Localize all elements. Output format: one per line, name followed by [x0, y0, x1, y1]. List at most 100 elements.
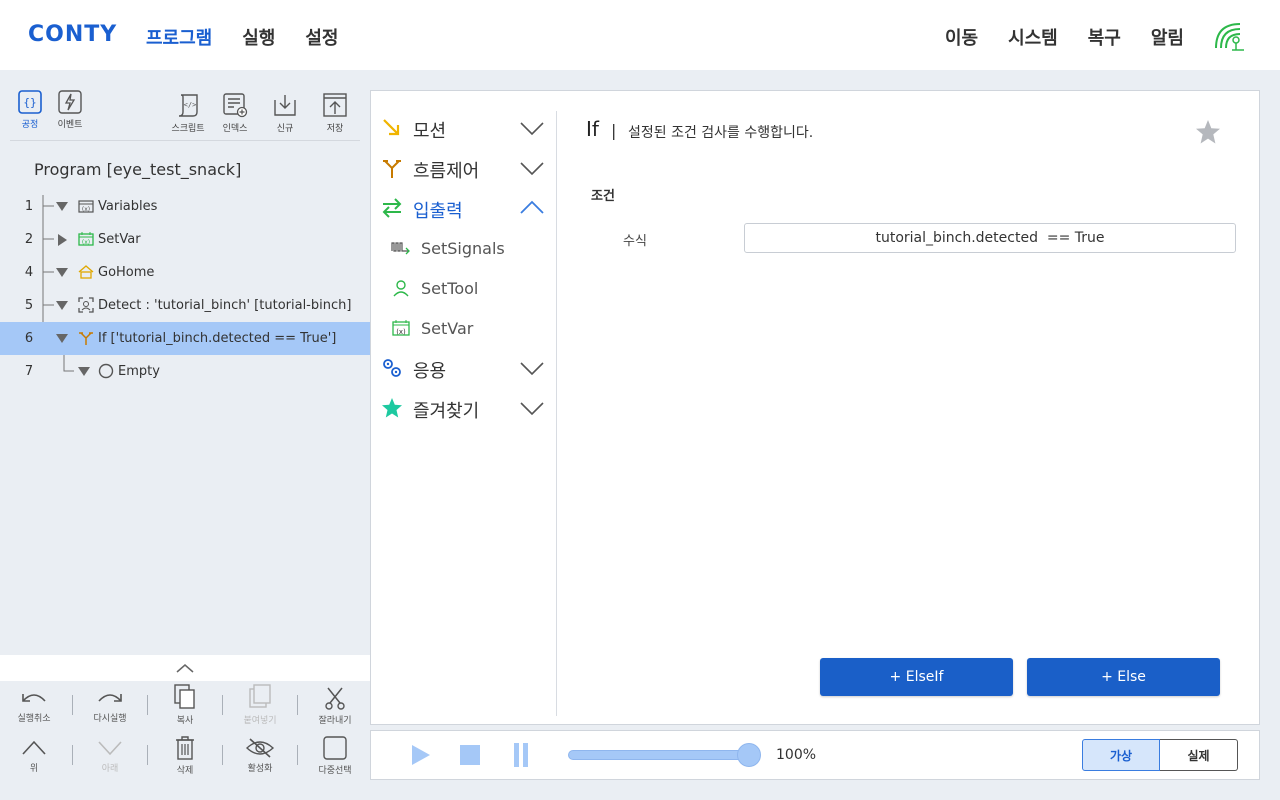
multi-select-button[interactable]: 다중선택 — [305, 735, 365, 776]
command-label: SetSignals — [421, 239, 505, 258]
signal-wave-icon — [391, 242, 410, 255]
gears-icon — [383, 359, 401, 377]
save-button[interactable]: 저장 — [313, 92, 357, 134]
command-tab[interactable]: {} 공정 — [16, 90, 44, 130]
pause-icon[interactable] — [513, 743, 529, 767]
speed-slider[interactable] — [568, 750, 748, 760]
command-categories: 모션 흐름제어 입출력 SetSignals SetTool (x) SetVa… — [371, 109, 556, 429]
connection-signal-icon[interactable] — [1212, 18, 1248, 54]
nav-settings[interactable]: 설정 — [305, 24, 338, 50]
chevron-down-icon — [520, 402, 544, 416]
add-elseif-button[interactable]: + ElseIf — [820, 658, 1013, 696]
index-list-icon — [223, 93, 248, 118]
lightning-icon — [58, 90, 82, 114]
undo-button[interactable]: 실행취소 — [4, 687, 64, 724]
divider — [222, 745, 223, 765]
event-tab[interactable]: 이벤트 — [54, 90, 86, 130]
redo-button[interactable]: 다시실행 — [80, 687, 140, 724]
playback-bar: 100% 가상 실제 — [370, 730, 1260, 780]
expand-right-icon[interactable] — [58, 234, 68, 246]
category-favorites[interactable]: 즐겨찾기 — [371, 389, 556, 429]
script-button-label: 스크립트 — [171, 124, 205, 134]
move-up-button[interactable]: 위 — [4, 737, 64, 774]
expand-down-icon[interactable] — [78, 367, 90, 377]
tree-row-setvar[interactable]: 2 (x) SetVar — [0, 223, 370, 256]
program-tree: 1 (x) Variables 2 (x) SetVar 4 GoHome 5 … — [0, 190, 370, 388]
move-down-label: 아래 — [101, 764, 119, 774]
svg-text:{}: {} — [23, 96, 36, 109]
line-number: 4 — [24, 265, 34, 280]
paste-button[interactable]: 붙여넣기 — [230, 683, 290, 726]
expand-down-icon[interactable] — [56, 202, 68, 212]
category-label: 흐름제어 — [413, 161, 480, 182]
new-file-icon — [274, 95, 296, 116]
add-else-button[interactable]: + Else — [1027, 658, 1220, 696]
mode-real-button[interactable]: 실제 — [1160, 739, 1238, 771]
tree-row-label: Variables — [98, 199, 158, 214]
category-application[interactable]: 응용 — [371, 349, 556, 389]
edit-toolbar: 실행취소 다시실행 복사 붙여넣기 잘라내기 위 아래 삭제 활성화 다중선택 — [0, 655, 370, 800]
system-nav: 이동 시스템 복구 알림 — [945, 24, 1184, 50]
trash-icon — [176, 736, 194, 760]
nav-alarm[interactable]: 알림 — [1151, 24, 1184, 50]
panel-divider — [556, 111, 557, 716]
swap-arrows-icon — [382, 198, 402, 218]
favorite-star-icon[interactable] — [1195, 119, 1221, 145]
stop-icon[interactable] — [460, 745, 480, 765]
expression-label: 수식 — [623, 234, 647, 249]
move-down-button[interactable]: 아래 — [80, 737, 140, 774]
undo-label: 실행취소 — [17, 714, 51, 724]
command-setvar[interactable]: (x) SetVar — [371, 309, 556, 349]
tree-row-variables[interactable]: 1 (x) Variables — [0, 190, 370, 223]
expression-input[interactable] — [744, 223, 1236, 253]
tree-row-if[interactable]: 6 If ['tutorial_binch.detected == True'] — [0, 322, 370, 355]
expand-down-icon[interactable] — [56, 301, 68, 311]
main-nav: 프로그램 실행 설정 — [146, 24, 339, 50]
tree-row-empty[interactable]: 7 Empty — [0, 355, 370, 388]
divider — [222, 695, 223, 715]
event-tab-label: 이벤트 — [57, 120, 83, 130]
speed-slider-handle[interactable] — [737, 743, 761, 767]
setvar-icon: (x) — [392, 320, 410, 336]
nav-run[interactable]: 실행 — [242, 24, 275, 50]
command-title: If — [586, 117, 599, 141]
category-flow-control[interactable]: 흐름제어 — [371, 149, 556, 189]
delete-button[interactable]: 삭제 — [155, 735, 215, 776]
edit-collapse-handle[interactable] — [0, 655, 370, 681]
category-label: 즐겨찾기 — [413, 401, 480, 422]
variables-icon: (x) — [78, 200, 94, 213]
tree-row-detect[interactable]: 5 Detect : 'tutorial_binch' [tutorial-bi… — [0, 289, 370, 322]
new-button[interactable]: 신규 — [263, 92, 307, 134]
setvar-icon: (x) — [78, 232, 94, 246]
line-number: 1 — [24, 199, 34, 214]
chevron-up-icon — [176, 664, 194, 673]
index-button[interactable]: 인덱스 — [213, 92, 257, 134]
command-settool[interactable]: SetTool — [371, 269, 556, 309]
detect-icon — [78, 297, 94, 313]
expand-down-icon[interactable] — [56, 268, 68, 278]
play-icon[interactable] — [410, 744, 432, 766]
copy-button[interactable]: 복사 — [155, 683, 215, 726]
tree-row-gohome[interactable]: 4 GoHome — [0, 256, 370, 289]
index-button-label: 인덱스 — [222, 124, 248, 134]
nav-move[interactable]: 이동 — [945, 24, 978, 50]
svg-text:(x): (x) — [82, 206, 90, 213]
script-button[interactable]: </> 스크립트 — [166, 92, 210, 134]
chevron-down-icon — [520, 162, 544, 176]
command-label: SetVar — [421, 319, 474, 338]
speed-value: 100% — [776, 747, 817, 763]
mode-virtual-button[interactable]: 가상 — [1082, 739, 1160, 771]
command-setsignals[interactable]: SetSignals — [371, 229, 556, 269]
category-motion[interactable]: 모션 — [371, 109, 556, 149]
cut-button[interactable]: 잘라내기 — [305, 685, 365, 726]
chevron-down-icon — [520, 122, 544, 136]
divider — [297, 745, 298, 765]
expand-down-icon[interactable] — [56, 334, 68, 344]
nav-program[interactable]: 프로그램 — [146, 24, 212, 50]
category-io[interactable]: 입출력 — [371, 189, 556, 229]
nav-system[interactable]: 시스템 — [1008, 24, 1058, 50]
app-logo: CONTY — [28, 22, 118, 47]
activate-button[interactable]: 활성화 — [230, 737, 290, 774]
svg-text:(x): (x) — [396, 328, 406, 336]
nav-recovery[interactable]: 복구 — [1088, 24, 1121, 50]
